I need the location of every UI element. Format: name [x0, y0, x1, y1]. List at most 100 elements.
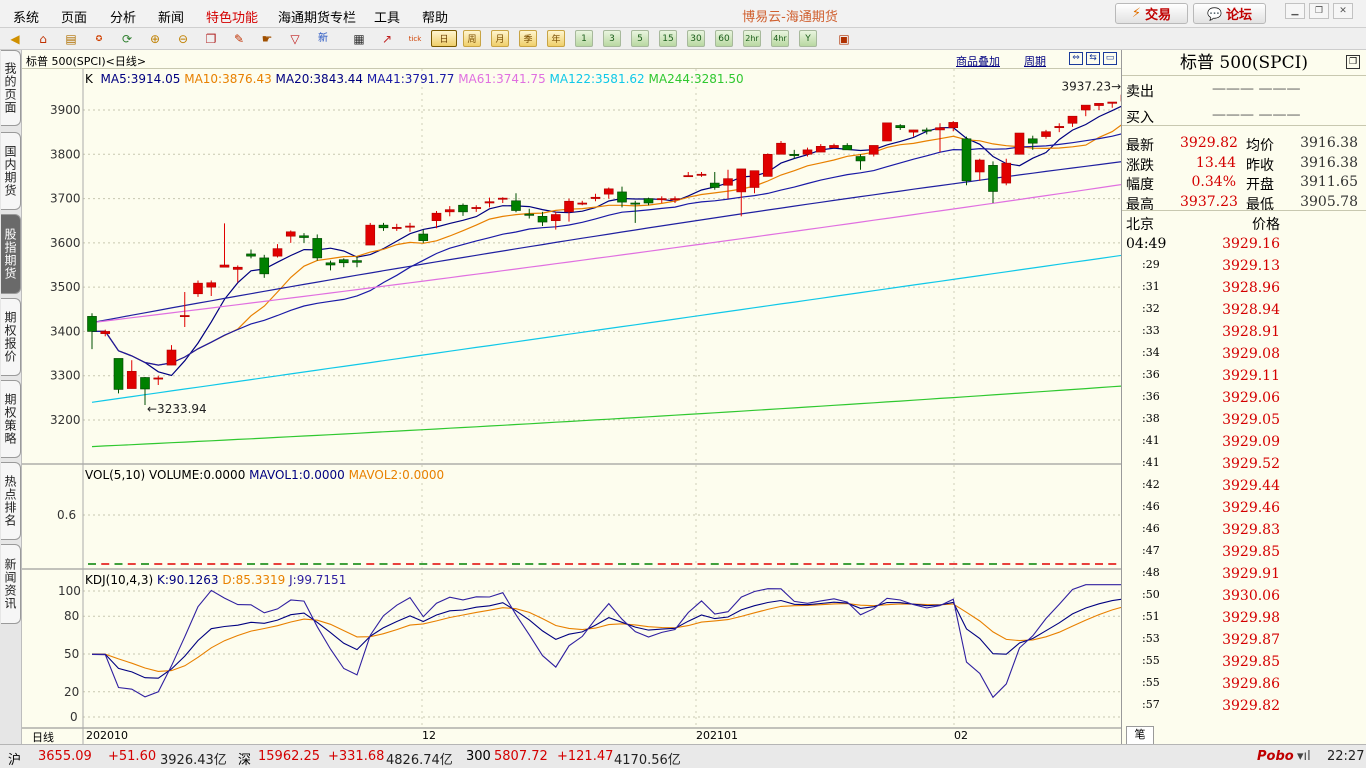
period-y[interactable]: Y: [799, 30, 817, 47]
sh-change: +51.60: [108, 749, 157, 764]
tick-time: :32: [1142, 302, 1160, 315]
price-tick-label: 3400: [50, 324, 81, 338]
candle-body: [219, 264, 230, 268]
tab-my-page[interactable]: 我的页面: [1, 50, 21, 126]
sell-label: 卖出: [1126, 84, 1154, 100]
tick-row: :46 3929.83: [1122, 519, 1366, 541]
home-icon[interactable]: ⌂: [34, 30, 52, 48]
tick-price: 3929.44: [1222, 478, 1280, 494]
tab-news[interactable]: 新闻资讯: [1, 544, 21, 624]
fullscreen-icon[interactable]: ▭: [1103, 52, 1117, 65]
sz-amount: 4826.74亿: [386, 753, 453, 768]
candle-body: [484, 201, 495, 204]
fav-icon[interactable]: ✪: [90, 30, 108, 48]
hand-icon[interactable]: ☛: [258, 30, 276, 48]
popout-icon[interactable]: ❐: [1346, 55, 1360, 69]
tab-domestic-futures[interactable]: 国内期货: [1, 132, 21, 210]
app-title: 博易云-海通期货: [742, 10, 838, 25]
tab-hot-ranking[interactable]: 热点排名: [1, 462, 21, 540]
shrink-icon[interactable]: ⇔: [1069, 52, 1083, 65]
filter-icon[interactable]: ▽: [286, 30, 304, 48]
tab-news-label: 新闻资讯: [3, 558, 17, 610]
status-bar: 沪 3655.09 +51.60 3926.43亿 深 15962.25 +33…: [0, 744, 1366, 768]
close-button[interactable]: ✕: [1333, 3, 1353, 19]
ma-line: [91, 385, 1121, 448]
back-arrow-icon[interactable]: ◀: [6, 30, 24, 48]
zoom-out-icon[interactable]: ⊖: [174, 30, 192, 48]
maximize-button[interactable]: ❐: [1309, 3, 1329, 19]
menu-bar: 系统 页面 分析 新闻 特色功能 海通期货专栏 工具 帮助 博易云-海通期货 ⚡…: [0, 0, 1366, 28]
tick-icon[interactable]: tick: [406, 30, 424, 48]
menu-tools[interactable]: 工具: [374, 7, 400, 26]
pen-icon[interactable]: ✎: [230, 30, 248, 48]
ledger-icon[interactable]: ▤: [62, 30, 80, 48]
tick-row: :55 3929.85: [1122, 651, 1366, 673]
candle-body: [511, 200, 521, 211]
minimize-button[interactable]: ▁: [1285, 3, 1305, 19]
candle-body: [802, 149, 813, 155]
menu-system[interactable]: 系统: [13, 7, 39, 26]
candle-body: [153, 377, 164, 380]
tick-price: 3929.83: [1222, 522, 1280, 538]
tab-index-futures[interactable]: 股指期货: [1, 214, 21, 294]
tick-time: :51: [1142, 610, 1160, 623]
expand-icon[interactable]: ⇆: [1086, 52, 1100, 65]
new-icon[interactable]: 新: [314, 30, 332, 48]
refresh-icon[interactable]: ⟳: [118, 30, 136, 48]
period-5min[interactable]: 5: [631, 30, 649, 47]
trend-chart-icon[interactable]: ↗: [378, 30, 396, 48]
period-60min[interactable]: 60: [715, 30, 733, 47]
layout-icon[interactable]: ▣: [835, 30, 853, 48]
tick-row: :48 3929.91: [1122, 563, 1366, 585]
tick-row: :34 3929.08: [1122, 343, 1366, 365]
tick-row: :32 3928.94: [1122, 299, 1366, 321]
tick-time: :46: [1142, 522, 1160, 535]
sz-label: 深: [238, 753, 252, 768]
overlay-link[interactable]: 商品叠加: [956, 53, 1000, 69]
candle-body: [497, 197, 508, 200]
chart-area[interactable]: 3900 3800 3700 3600 3500 3400 3300 3200 0.6 100 80…: [22, 69, 1121, 744]
tick-price: 3929.13: [1222, 258, 1280, 274]
csi300-label: 300: [466, 749, 491, 764]
period-3min[interactable]: 3: [603, 30, 621, 47]
candle-body: [696, 173, 707, 176]
tick-time: :42: [1142, 478, 1160, 491]
forum-button[interactable]: 💬 论坛: [1193, 3, 1266, 24]
period-15min[interactable]: 15: [659, 30, 677, 47]
period-4hr[interactable]: 4hr: [771, 30, 789, 47]
csi300-value: 5807.72: [494, 749, 548, 764]
menu-special[interactable]: 特色功能: [206, 7, 258, 26]
tab-option-strategy[interactable]: 期权策略: [1, 380, 21, 458]
tick-price: 3928.96: [1222, 280, 1280, 296]
candle-body: [365, 224, 376, 246]
period-week[interactable]: 周: [463, 30, 481, 47]
menu-help[interactable]: 帮助: [422, 7, 448, 26]
sz-value: 15962.25: [258, 749, 321, 764]
period-1min[interactable]: 1: [575, 30, 593, 47]
tab-index-futures-label: 股指期货: [3, 228, 17, 280]
period-month[interactable]: 月: [491, 30, 509, 47]
trade-button[interactable]: ⚡ 交易: [1115, 3, 1188, 24]
table-icon[interactable]: ▦: [350, 30, 368, 48]
candle-body: [312, 238, 323, 259]
period-year[interactable]: 年: [547, 30, 565, 47]
tab-option-quotes[interactable]: 期权报价: [1, 298, 21, 376]
zoom-in-icon[interactable]: ⊕: [146, 30, 164, 48]
period-season[interactable]: 季: [519, 30, 537, 47]
tick-time: :29: [1142, 258, 1160, 271]
tick-price-header: 价格: [1252, 217, 1280, 233]
tick-tab[interactable]: 笔: [1126, 726, 1154, 744]
period-day[interactable]: 日: [431, 30, 457, 47]
tick-row: :29 3929.13: [1122, 255, 1366, 277]
menu-haitong-column[interactable]: 海通期货专栏: [278, 7, 356, 26]
tick-price: 3929.11: [1222, 368, 1280, 384]
period-link[interactable]: 周期: [1024, 53, 1046, 69]
menu-news[interactable]: 新闻: [158, 7, 184, 26]
period-30min[interactable]: 30: [687, 30, 705, 47]
windows-icon[interactable]: ❐: [202, 30, 220, 48]
candle-body: [1107, 101, 1118, 104]
menu-analysis[interactable]: 分析: [110, 7, 136, 26]
candle-body: [444, 209, 455, 213]
menu-page[interactable]: 页面: [61, 7, 87, 26]
period-2hr[interactable]: 2hr: [743, 30, 761, 47]
